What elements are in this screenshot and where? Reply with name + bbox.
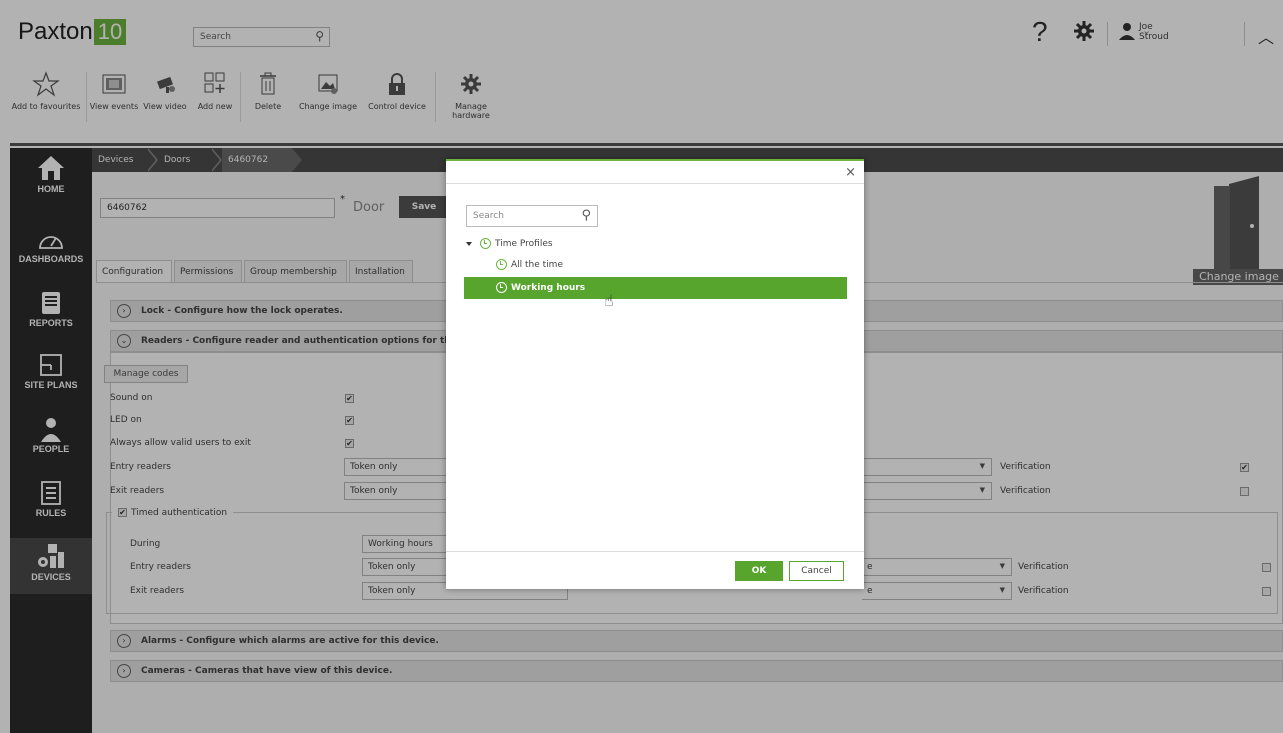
cancel-button[interactable]: Cancel bbox=[789, 561, 844, 581]
clock-icon bbox=[496, 282, 507, 293]
clock-icon bbox=[480, 238, 491, 249]
divider bbox=[446, 551, 864, 552]
tree-label: Time Profiles bbox=[495, 239, 553, 249]
divider bbox=[446, 183, 864, 184]
tree-label: Working hours bbox=[511, 283, 586, 293]
tree-item-all-the-time[interactable]: All the time bbox=[496, 259, 563, 270]
tree-label: All the time bbox=[511, 260, 563, 270]
tree-item-working-hours[interactable]: Working hours bbox=[464, 277, 847, 299]
hand-pointer-icon: ☝ bbox=[604, 291, 614, 310]
tree-node-time-profiles[interactable]: Time Profiles bbox=[466, 238, 553, 249]
close-icon[interactable]: × bbox=[845, 165, 856, 180]
dialog-search-input[interactable]: Search ⚲ bbox=[466, 205, 598, 227]
expand-triangle-icon bbox=[466, 241, 472, 246]
search-placeholder: Search bbox=[473, 211, 504, 221]
clock-icon bbox=[496, 259, 507, 270]
time-profile-dialog: × Search ⚲ Time Profiles All the time Wor… bbox=[446, 159, 864, 589]
search-icon: ⚲ bbox=[581, 208, 591, 223]
ok-button[interactable]: OK bbox=[735, 561, 783, 581]
